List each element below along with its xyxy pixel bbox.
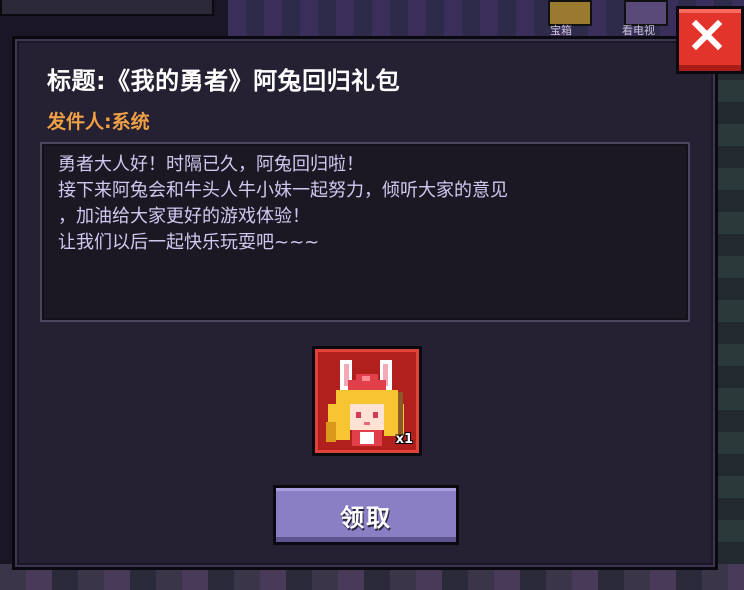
background-top-bar	[0, 0, 214, 16]
reward-item-slot[interactable]: x1	[312, 346, 422, 456]
close-x-icon	[691, 19, 723, 51]
mail-title: 标题:《我的勇者》阿兔回归礼包	[47, 67, 401, 95]
mail-message-box[interactable]: 勇者大人好！时隔已久，阿兔回归啦！ 接下来阿兔会和牛头人牛小妹一起努力，倾听大家…	[40, 142, 690, 322]
close-button[interactable]	[676, 6, 744, 74]
reward-item-count: x1	[395, 432, 413, 447]
mail-body-text: 勇者大人好！时隔已久，阿兔回归啦！ 接下来阿兔会和牛头人牛小妹一起努力，倾听大家…	[58, 154, 508, 253]
mail-sender: 发件人:系统	[47, 111, 150, 133]
background-right-strip	[714, 36, 744, 590]
mail-dialog-panel: 标题:《我的勇者》阿兔回归礼包 发件人:系统 勇者大人好！时隔已久，阿兔回归啦！…	[12, 36, 718, 570]
claim-button[interactable]: 领取	[273, 485, 459, 545]
